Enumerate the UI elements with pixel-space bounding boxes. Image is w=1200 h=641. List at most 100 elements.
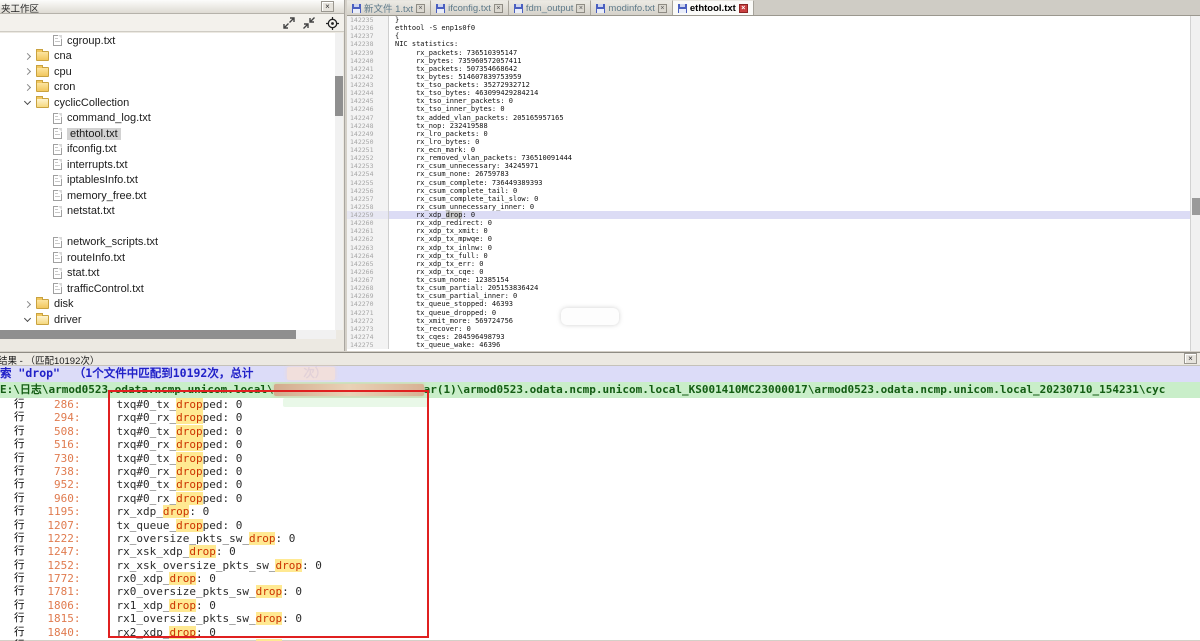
editor-line[interactable]: 142254 rx_csum_none: 26759783 xyxy=(347,170,1190,178)
editor-line[interactable]: 142265 rx_xdp_tx_err: 0 xyxy=(347,260,1190,268)
result-row[interactable]: 行1195:rx_xdp_drop: 0 xyxy=(0,505,1200,518)
tab-fdm-output[interactable]: fdm_output× xyxy=(509,0,592,15)
workspace-close-icon[interactable]: × xyxy=(321,1,334,12)
chevron-down-icon[interactable] xyxy=(24,315,31,322)
editor-line[interactable]: 142274 tx_cqes: 204596498793 xyxy=(347,333,1190,341)
tree-item-cpu[interactable]: cpu xyxy=(0,64,336,80)
tab-close-icon[interactable]: × xyxy=(494,4,503,13)
editor-line[interactable]: 142268 tx_csum_partial: 205153836424 xyxy=(347,284,1190,292)
tree-item-command-log-txt[interactable]: command_log.txt xyxy=(0,111,336,127)
editor-line[interactable]: 142249 rx_lro_packets: 0 xyxy=(347,130,1190,138)
result-row[interactable]: 行1772:rx0_xdp_drop: 0 xyxy=(0,572,1200,585)
editor-line[interactable]: 142256 rx_csum_complete_tail: 0 xyxy=(347,187,1190,195)
editor-line[interactable]: 142275 tx_queue_wake: 46396 xyxy=(347,341,1190,349)
tab-ethtool-txt[interactable]: ethtool.txt× xyxy=(673,0,754,15)
tree-item-driver[interactable]: driver xyxy=(0,312,336,328)
tree-item-trafficcontrol-txt[interactable]: trafficControl.txt xyxy=(0,281,336,297)
result-row[interactable]: 行730:txq#0_tx_dropped: 0 xyxy=(0,452,1200,465)
result-row[interactable]: 行516:rxq#0_rx_dropped: 0 xyxy=(0,438,1200,451)
editor-line[interactable]: 142263 rx_xdp_tx_inlnw: 0 xyxy=(347,244,1190,252)
result-row[interactable]: 行1252:rx_xsk_oversize_pkts_sw_drop: 0 xyxy=(0,559,1200,572)
editor-line[interactable]: 142244 tx_tso_bytes: 463099429284214 xyxy=(347,89,1190,97)
editor-line[interactable]: 142250 rx_lro_bytes: 0 xyxy=(347,138,1190,146)
editor-line[interactable]: 142255 rx_csum_complete: 736449389393 xyxy=(347,179,1190,187)
editor-line[interactable]: 142262 rx_xdp_tx_mpwqe: 0 xyxy=(347,235,1190,243)
tree-item-routeinfo-txt[interactable]: routeInfo.txt xyxy=(0,250,336,266)
editor-line[interactable]: 142271 tx_queue_dropped: 0 xyxy=(347,309,1190,317)
editor-line[interactable]: 142257 rx_csum_complete_tail_slow: 0 xyxy=(347,195,1190,203)
chevron-right-icon[interactable] xyxy=(24,68,31,75)
tree-item-stat-txt[interactable]: stat.txt xyxy=(0,266,336,282)
editor-text-area[interactable]: 142235}142236ethtool -S enp1s0f0142237{1… xyxy=(347,16,1190,351)
editor-line[interactable]: 142261 rx_xdp_tx_xmit: 0 xyxy=(347,227,1190,235)
result-row[interactable]: 行1207:tx_queue_dropped: 0 xyxy=(0,519,1200,532)
result-row[interactable]: 行1247:rx_xsk_xdp_drop: 0 xyxy=(0,545,1200,558)
editor-line[interactable]: 142259 rx_xdp_drop: 0 xyxy=(347,211,1190,219)
editor-line[interactable]: 142238NIC statistics: xyxy=(347,40,1190,48)
editor-line[interactable]: 142247 tx_added_vlan_packets: 2051659571… xyxy=(347,114,1190,122)
editor-line[interactable]: 142248 tx_nop: 232419588 xyxy=(347,122,1190,130)
editor-vertical-scrollbar[interactable] xyxy=(1190,16,1200,351)
result-row[interactable]: 行960:rxq#0_rx_dropped: 0 xyxy=(0,492,1200,505)
editor-line[interactable]: 142264 rx_xdp_tx_full: 0 xyxy=(347,252,1190,260)
editor-line[interactable]: 142240 rx_bytes: 735960572057411 xyxy=(347,57,1190,65)
editor-line[interactable]: 142241 tx_packets: 507354668642 xyxy=(347,65,1190,73)
tab-close-icon[interactable]: × xyxy=(416,4,425,13)
result-row[interactable]: 行286:txq#0_tx_dropped: 0 xyxy=(0,398,1200,411)
editor-line[interactable]: 142245 tx_tso_inner_packets: 0 xyxy=(347,97,1190,105)
result-row[interactable]: 行1815:rx1_oversize_pkts_sw_drop: 0 xyxy=(0,612,1200,625)
tree-item-cycliccollection[interactable]: cyclicCollection xyxy=(0,95,336,111)
result-row[interactable]: 行1840:rx2_xdp_drop: 0 xyxy=(0,626,1200,639)
results-close-icon[interactable]: × xyxy=(1184,353,1197,364)
tree-item-cron[interactable]: cron xyxy=(0,80,336,96)
editor-line[interactable]: 142253 rx_csum_unnecessary: 34245971 xyxy=(347,162,1190,170)
tab-ifconfig-txt[interactable]: ifconfig.txt× xyxy=(431,0,509,15)
tree-item-cna[interactable]: cna xyxy=(0,49,336,65)
chevron-down-icon[interactable] xyxy=(24,98,31,105)
tree-item-ifconfig-txt[interactable]: ifconfig.txt xyxy=(0,142,336,158)
chevron-right-icon[interactable] xyxy=(24,301,31,308)
tab-close-icon[interactable]: × xyxy=(576,4,585,13)
editor-vertical-scrollbar-thumb[interactable] xyxy=(1192,198,1200,215)
editor-line[interactable]: 142270 tx_queue_stopped: 46393 xyxy=(347,300,1190,308)
editor-line[interactable]: 142251 rx_ecn_mark: 0 xyxy=(347,146,1190,154)
tree-item-network-scripts-txt[interactable]: network_scripts.txt xyxy=(0,235,336,251)
chevron-right-icon[interactable] xyxy=(24,53,31,60)
tree-item-disk[interactable]: disk xyxy=(0,297,336,313)
result-row[interactable]: 行1806:rx1_xdp_drop: 0 xyxy=(0,599,1200,612)
locate-file-icon[interactable] xyxy=(325,16,340,30)
tab-close-icon[interactable]: × xyxy=(658,4,667,13)
editor-line[interactable]: 142258 rx_csum_unnecessary_inner: 0 xyxy=(347,203,1190,211)
chevron-right-icon[interactable] xyxy=(24,84,31,91)
result-row[interactable]: 行1781:rx0_oversize_pkts_sw_drop: 0 xyxy=(0,585,1200,598)
tree-item-memory-free-txt[interactable]: memory_free.txt xyxy=(0,188,336,204)
editor-line[interactable]: 142243 tx_tso_packets: 35272932712 xyxy=(347,81,1190,89)
expand-all-icon[interactable] xyxy=(281,16,296,30)
tree-item-ethtool-txt[interactable]: ethtool.txt xyxy=(0,126,336,142)
collapse-all-icon[interactable] xyxy=(301,16,316,30)
tree-item-iptablesinfo-txt[interactable]: iptablesInfo.txt xyxy=(0,173,336,189)
tree-item-cgroup-txt[interactable]: cgroup.txt xyxy=(0,33,336,49)
editor-line[interactable]: 142273 tx_recover: 0 xyxy=(347,325,1190,333)
editor-line[interactable]: 142269 tx_csum_partial_inner: 0 xyxy=(347,292,1190,300)
editor-line[interactable]: 142236ethtool -S enp1s0f0 xyxy=(347,24,1190,32)
tab-close-icon[interactable]: × xyxy=(739,4,748,13)
tree-horizontal-scrollbar[interactable] xyxy=(0,330,336,339)
editor-line[interactable]: 142252 rx_removed_vlan_packets: 73651009… xyxy=(347,154,1190,162)
result-row[interactable]: 行952:txq#0_tx_dropped: 0 xyxy=(0,478,1200,491)
editor-line[interactable]: 142235} xyxy=(347,16,1190,24)
tree-item-netstat-txt[interactable]: netstat.txt xyxy=(0,204,336,220)
tree-horizontal-scrollbar-thumb[interactable] xyxy=(0,330,296,339)
editor-line[interactable]: 142267 tx_csum_none: 12385154 xyxy=(347,276,1190,284)
editor-line[interactable]: 142237{ xyxy=(347,32,1190,40)
tree-item-interrupts-txt[interactable]: interrupts.txt xyxy=(0,157,336,173)
editor-line[interactable]: 142272 tx_xmit_more: 569724756 xyxy=(347,317,1190,325)
editor-line[interactable]: 142266 rx_xdp_tx_cqe: 0 xyxy=(347,268,1190,276)
editor-line[interactable]: 142260 rx_xdp_redirect: 0 xyxy=(347,219,1190,227)
tree-vertical-scrollbar-thumb[interactable] xyxy=(335,76,343,116)
result-row[interactable]: 行738:rxq#0_rx_dropped: 0 xyxy=(0,465,1200,478)
editor-line[interactable]: 142246 tx_tso_inner_bytes: 0 xyxy=(347,105,1190,113)
tree-vertical-scrollbar[interactable] xyxy=(335,33,343,330)
editor-line[interactable]: 142239 rx_packets: 736510395147 xyxy=(347,49,1190,57)
editor-line[interactable]: 142242 tx_bytes: 514607839753959 xyxy=(347,73,1190,81)
